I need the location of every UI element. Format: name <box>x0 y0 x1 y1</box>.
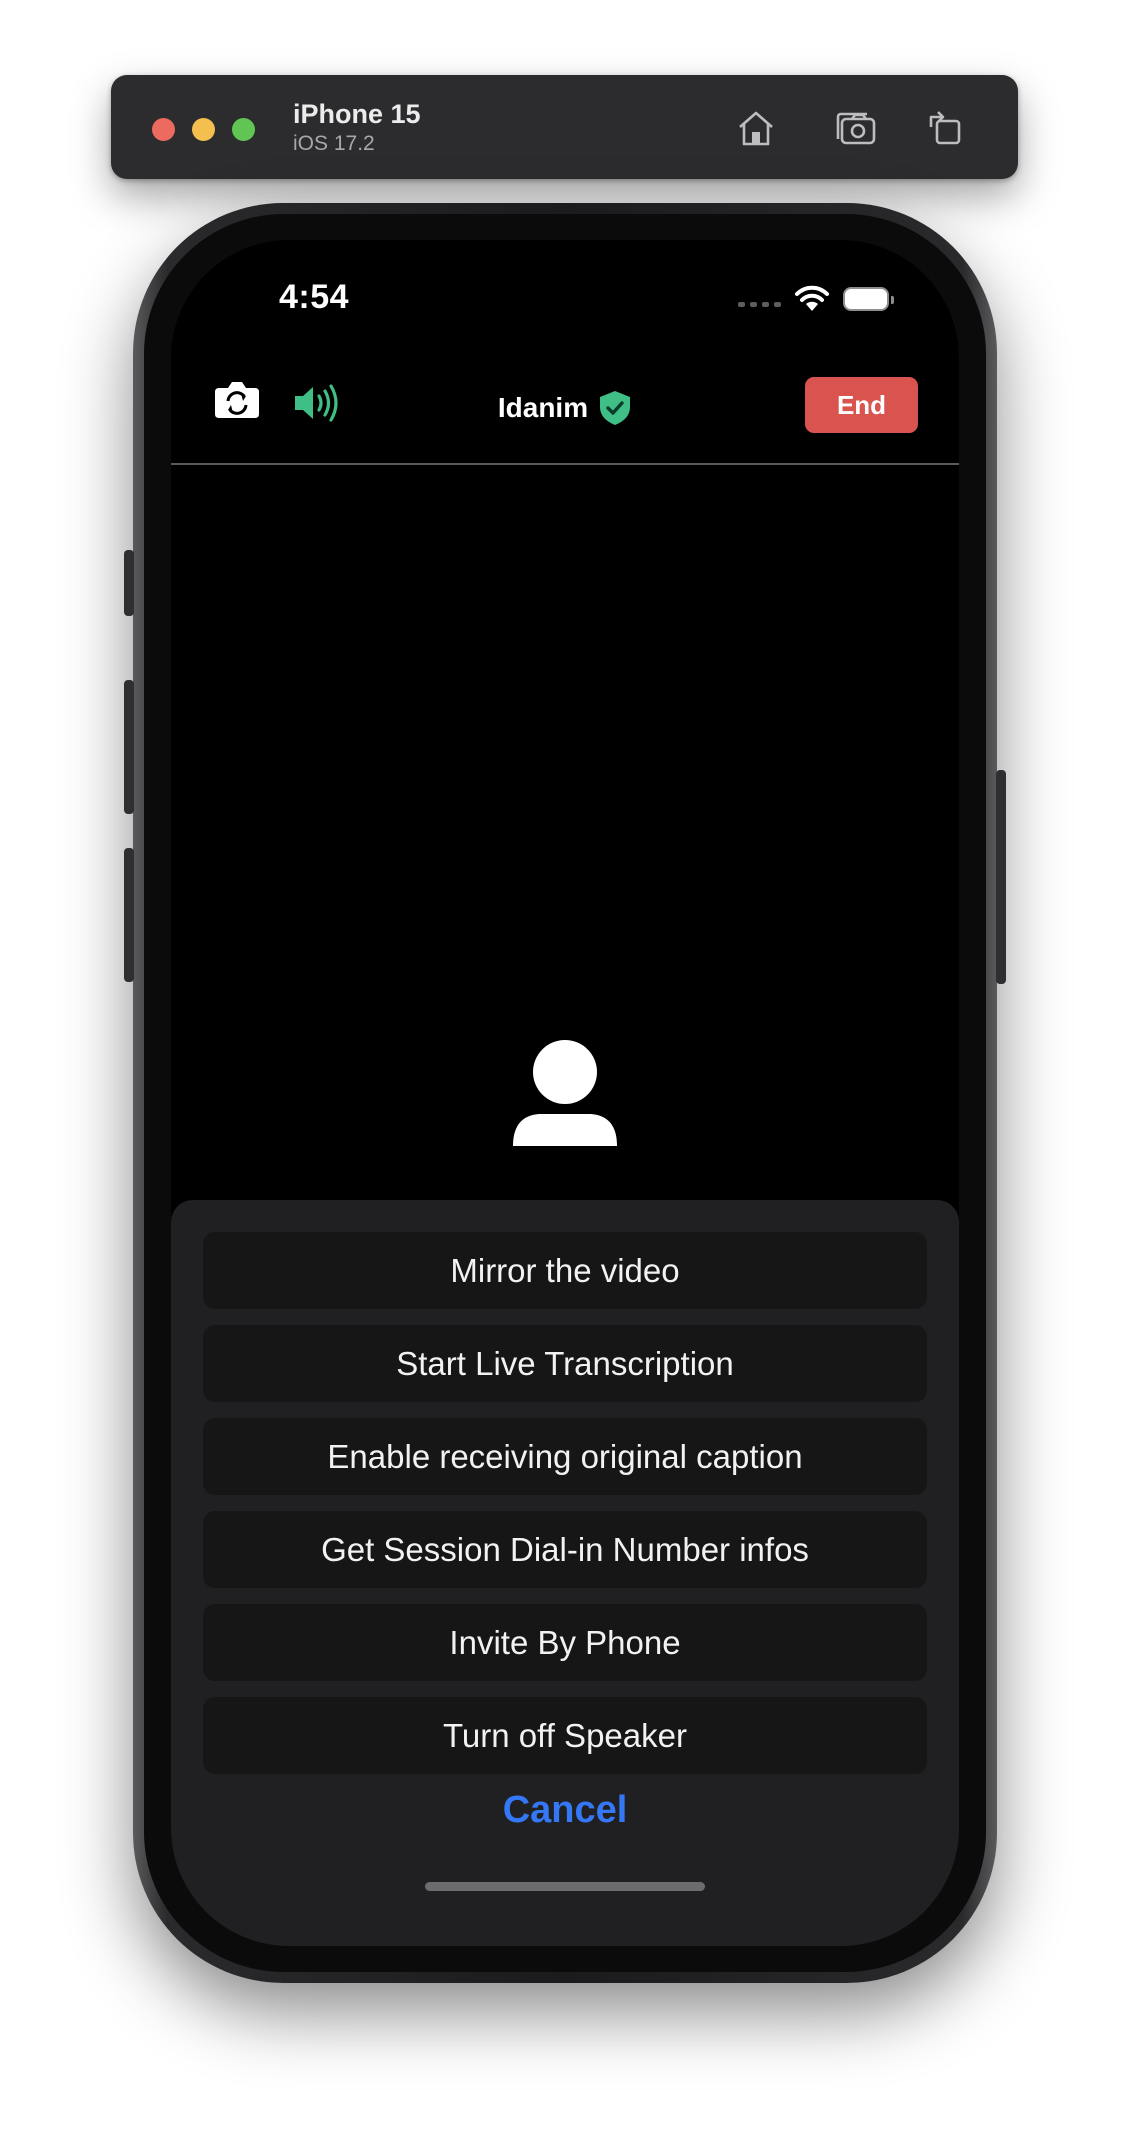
screenshot-icon[interactable] <box>833 105 879 151</box>
home-icon[interactable] <box>733 105 779 151</box>
volume-up-button[interactable] <box>124 680 134 814</box>
participant-avatar-icon <box>511 1040 619 1148</box>
action-button[interactable] <box>124 550 134 616</box>
dial-in-number-option[interactable]: Get Session Dial-in Number infos <box>203 1511 927 1588</box>
cancel-button[interactable]: Cancel <box>171 1780 959 1840</box>
dynamic-island <box>445 268 687 340</box>
start-live-transcription-option[interactable]: Start Live Transcription <box>203 1325 927 1402</box>
phone-screen: 4:54 Idanim End Mirror the video Start L… <box>171 240 959 1946</box>
simulator-title-bar: iPhone 15 iOS 17.2 <box>111 75 1018 179</box>
home-indicator[interactable] <box>425 1882 705 1891</box>
turn-off-speaker-option[interactable]: Turn off Speaker <box>203 1697 927 1774</box>
status-indicators <box>738 284 894 314</box>
invite-by-phone-option[interactable]: Invite By Phone <box>203 1604 927 1681</box>
enable-original-caption-option[interactable]: Enable receiving original caption <box>203 1418 927 1495</box>
rotate-icon[interactable] <box>923 105 969 151</box>
power-button[interactable] <box>996 770 1006 984</box>
zoom-window-button[interactable] <box>232 118 255 141</box>
close-window-button[interactable] <box>152 118 175 141</box>
status-time: 4:54 <box>279 278 350 316</box>
battery-icon <box>843 287 894 311</box>
verified-shield-icon <box>600 391 631 425</box>
action-sheet: Mirror the video Start Live Transcriptio… <box>171 1200 959 1946</box>
device-name: iPhone 15 <box>293 99 421 129</box>
volume-down-button[interactable] <box>124 848 134 982</box>
meeting-title: Idanim <box>497 392 589 423</box>
wifi-icon <box>795 285 829 311</box>
cellular-signal-icon <box>738 301 781 307</box>
minimize-window-button[interactable] <box>192 118 215 141</box>
mirror-video-option[interactable]: Mirror the video <box>203 1232 927 1309</box>
os-version: iOS 17.2 <box>293 132 375 155</box>
end-meeting-button[interactable]: End <box>805 377 918 433</box>
action-list: Mirror the video Start Live Transcriptio… <box>203 1232 927 1790</box>
toolbar-divider <box>171 463 959 465</box>
